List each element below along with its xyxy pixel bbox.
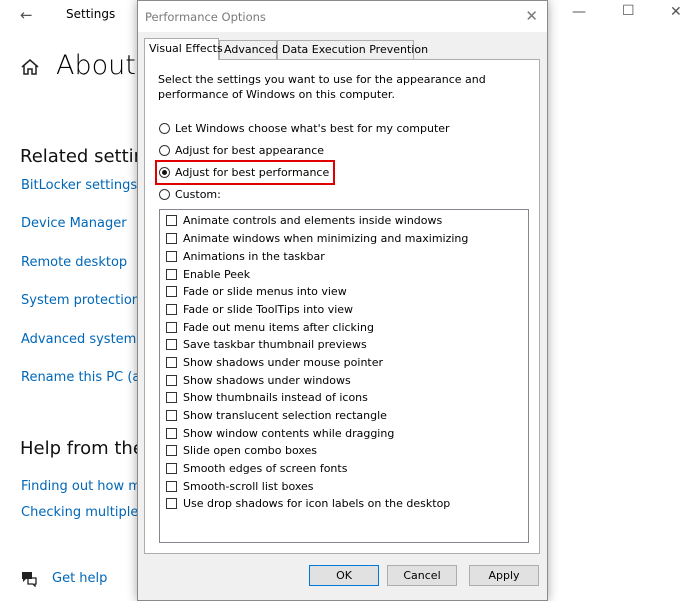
apply-button[interactable]: Apply — [469, 565, 539, 586]
performance-options-dialog: Performance Options ✕ Visual Effects Adv… — [137, 0, 548, 601]
checkbox[interactable] — [166, 391, 177, 403]
link-rename-this-pc[interactable]: Rename this PC (ac — [21, 370, 148, 385]
checkbox-label: Show shadows under windows — [183, 373, 351, 387]
checkbox-label: Show translucent selection rectangle — [183, 408, 387, 422]
link-device-manager[interactable]: Device Manager — [21, 216, 127, 231]
radio-label: Custom: — [175, 187, 221, 201]
checkbox[interactable] — [166, 303, 177, 315]
link-system-protection[interactable]: System protection — [21, 293, 140, 308]
radio-button[interactable] — [159, 144, 170, 156]
related-settings-heading: Related settin — [20, 146, 146, 167]
list-item[interactable]: Animate windows when minimizing and maxi… — [166, 230, 468, 246]
link-bitlocker-settings[interactable]: BitLocker settings — [21, 178, 137, 193]
cancel-button[interactable]: Cancel — [387, 565, 457, 586]
link-help-1[interactable]: Finding out how m — [21, 479, 141, 494]
list-item[interactable]: Slide open combo boxes — [166, 442, 317, 458]
radio-label: Adjust for best appearance — [175, 143, 325, 157]
list-item[interactable]: Show shadows under windows — [166, 372, 351, 388]
get-help-icon[interactable] — [20, 569, 38, 591]
maximize-icon[interactable]: ☐ — [622, 3, 635, 19]
radio-button[interactable] — [159, 122, 170, 134]
checkbox-label: Smooth-scroll list boxes — [183, 479, 314, 493]
list-item[interactable]: Fade or slide menus into view — [166, 283, 347, 299]
list-item[interactable]: Fade out menu items after clicking — [166, 319, 374, 335]
list-item[interactable]: Animations in the taskbar — [166, 248, 325, 264]
list-item[interactable]: Smooth-scroll list boxes — [166, 478, 314, 494]
ok-button[interactable]: OK — [309, 565, 379, 586]
tab-advanced[interactable]: Advanced — [219, 40, 278, 59]
checkbox[interactable] — [166, 268, 177, 280]
list-item[interactable]: Show thumbnails instead of icons — [166, 389, 368, 405]
back-arrow-icon[interactable]: ← — [20, 6, 33, 24]
description-text: Select the settings you want to use for … — [158, 73, 486, 101]
checkbox-label: Smooth edges of screen fonts — [183, 461, 348, 475]
checkbox[interactable] — [166, 444, 177, 456]
settings-window-title: Settings — [66, 7, 116, 21]
checkbox-label: Animate controls and elements inside win… — [183, 213, 443, 227]
effects-checkbox-list[interactable]: Animate controls and elements inside win… — [159, 209, 529, 543]
list-item[interactable]: Show shadows under mouse pointer — [166, 354, 383, 370]
checkbox[interactable] — [166, 232, 177, 244]
radio-best-appearance[interactable]: Adjust for best appearance — [159, 142, 324, 158]
checkbox[interactable] — [166, 321, 177, 333]
checkbox[interactable] — [166, 497, 177, 509]
link-advanced-system-settings[interactable]: Advanced system s — [21, 332, 147, 347]
close-icon[interactable]: ✕ — [525, 7, 538, 25]
checkbox-label: Enable Peek — [183, 267, 251, 281]
tab-data-execution-prevention[interactable]: Data Execution Prevention — [277, 40, 428, 59]
visual-effects-panel: Select the settings you want to use for … — [144, 59, 540, 554]
link-help-2[interactable]: Checking multiple — [21, 505, 138, 520]
list-item[interactable]: Enable Peek — [166, 266, 250, 282]
list-item[interactable]: Use drop shadows for icon labels on the … — [166, 495, 450, 511]
checkbox[interactable] — [166, 462, 177, 474]
list-item[interactable]: Animate controls and elements inside win… — [166, 212, 442, 228]
checkbox-label: Animate windows when minimizing and maxi… — [183, 231, 469, 245]
checkbox[interactable] — [166, 374, 177, 386]
checkbox-label: Fade or slide menus into view — [183, 284, 347, 298]
list-item[interactable]: Show translucent selection rectangle — [166, 407, 387, 423]
checkbox-label: Save taskbar thumbnail previews — [183, 337, 367, 351]
checkbox[interactable] — [166, 356, 177, 368]
checkbox-label: Fade or slide ToolTips into view — [183, 302, 354, 316]
checkbox[interactable] — [166, 214, 177, 226]
checkbox[interactable] — [166, 409, 177, 421]
checkbox-label: Show window contents while dragging — [183, 426, 395, 440]
dialog-titlebar: Performance Options ✕ — [138, 1, 547, 32]
checkbox[interactable] — [166, 338, 177, 350]
help-heading: Help from the — [20, 438, 144, 459]
checkbox[interactable] — [166, 427, 177, 439]
checkbox-label: Animations in the taskbar — [183, 249, 325, 263]
minimize-icon[interactable]: — — [572, 4, 586, 20]
link-get-help[interactable]: Get help — [52, 571, 107, 586]
checkbox[interactable] — [166, 285, 177, 297]
list-item[interactable]: Fade or slide ToolTips into view — [166, 301, 353, 317]
link-remote-desktop[interactable]: Remote desktop — [21, 255, 127, 270]
list-item[interactable]: Show window contents while dragging — [166, 425, 394, 441]
checkbox[interactable] — [166, 250, 177, 262]
list-item[interactable]: Smooth edges of screen fonts — [166, 460, 347, 476]
radio-label: Let Windows choose what's best for my co… — [175, 121, 450, 135]
radio-custom[interactable]: Custom: — [159, 186, 221, 202]
radio-button[interactable] — [159, 188, 170, 200]
checkbox-label: Slide open combo boxes — [183, 443, 318, 457]
checkbox[interactable] — [166, 480, 177, 492]
checkbox-label: Show shadows under mouse pointer — [183, 355, 384, 369]
radio-let-windows-choose[interactable]: Let Windows choose what's best for my co… — [159, 120, 450, 136]
checkbox-label: Fade out menu items after clicking — [183, 320, 374, 334]
close-icon[interactable]: ✕ — [670, 4, 682, 20]
checkbox-label: Show thumbnails instead of icons — [183, 390, 368, 404]
red-highlight-box — [155, 160, 335, 185]
home-icon[interactable] — [20, 58, 40, 80]
list-item[interactable]: Save taskbar thumbnail previews — [166, 336, 367, 352]
checkbox-label: Use drop shadows for icon labels on the … — [183, 496, 451, 510]
page-title: About — [56, 50, 136, 81]
tab-visual-effects[interactable]: Visual Effects — [144, 38, 223, 60]
dialog-title: Performance Options — [145, 10, 266, 24]
